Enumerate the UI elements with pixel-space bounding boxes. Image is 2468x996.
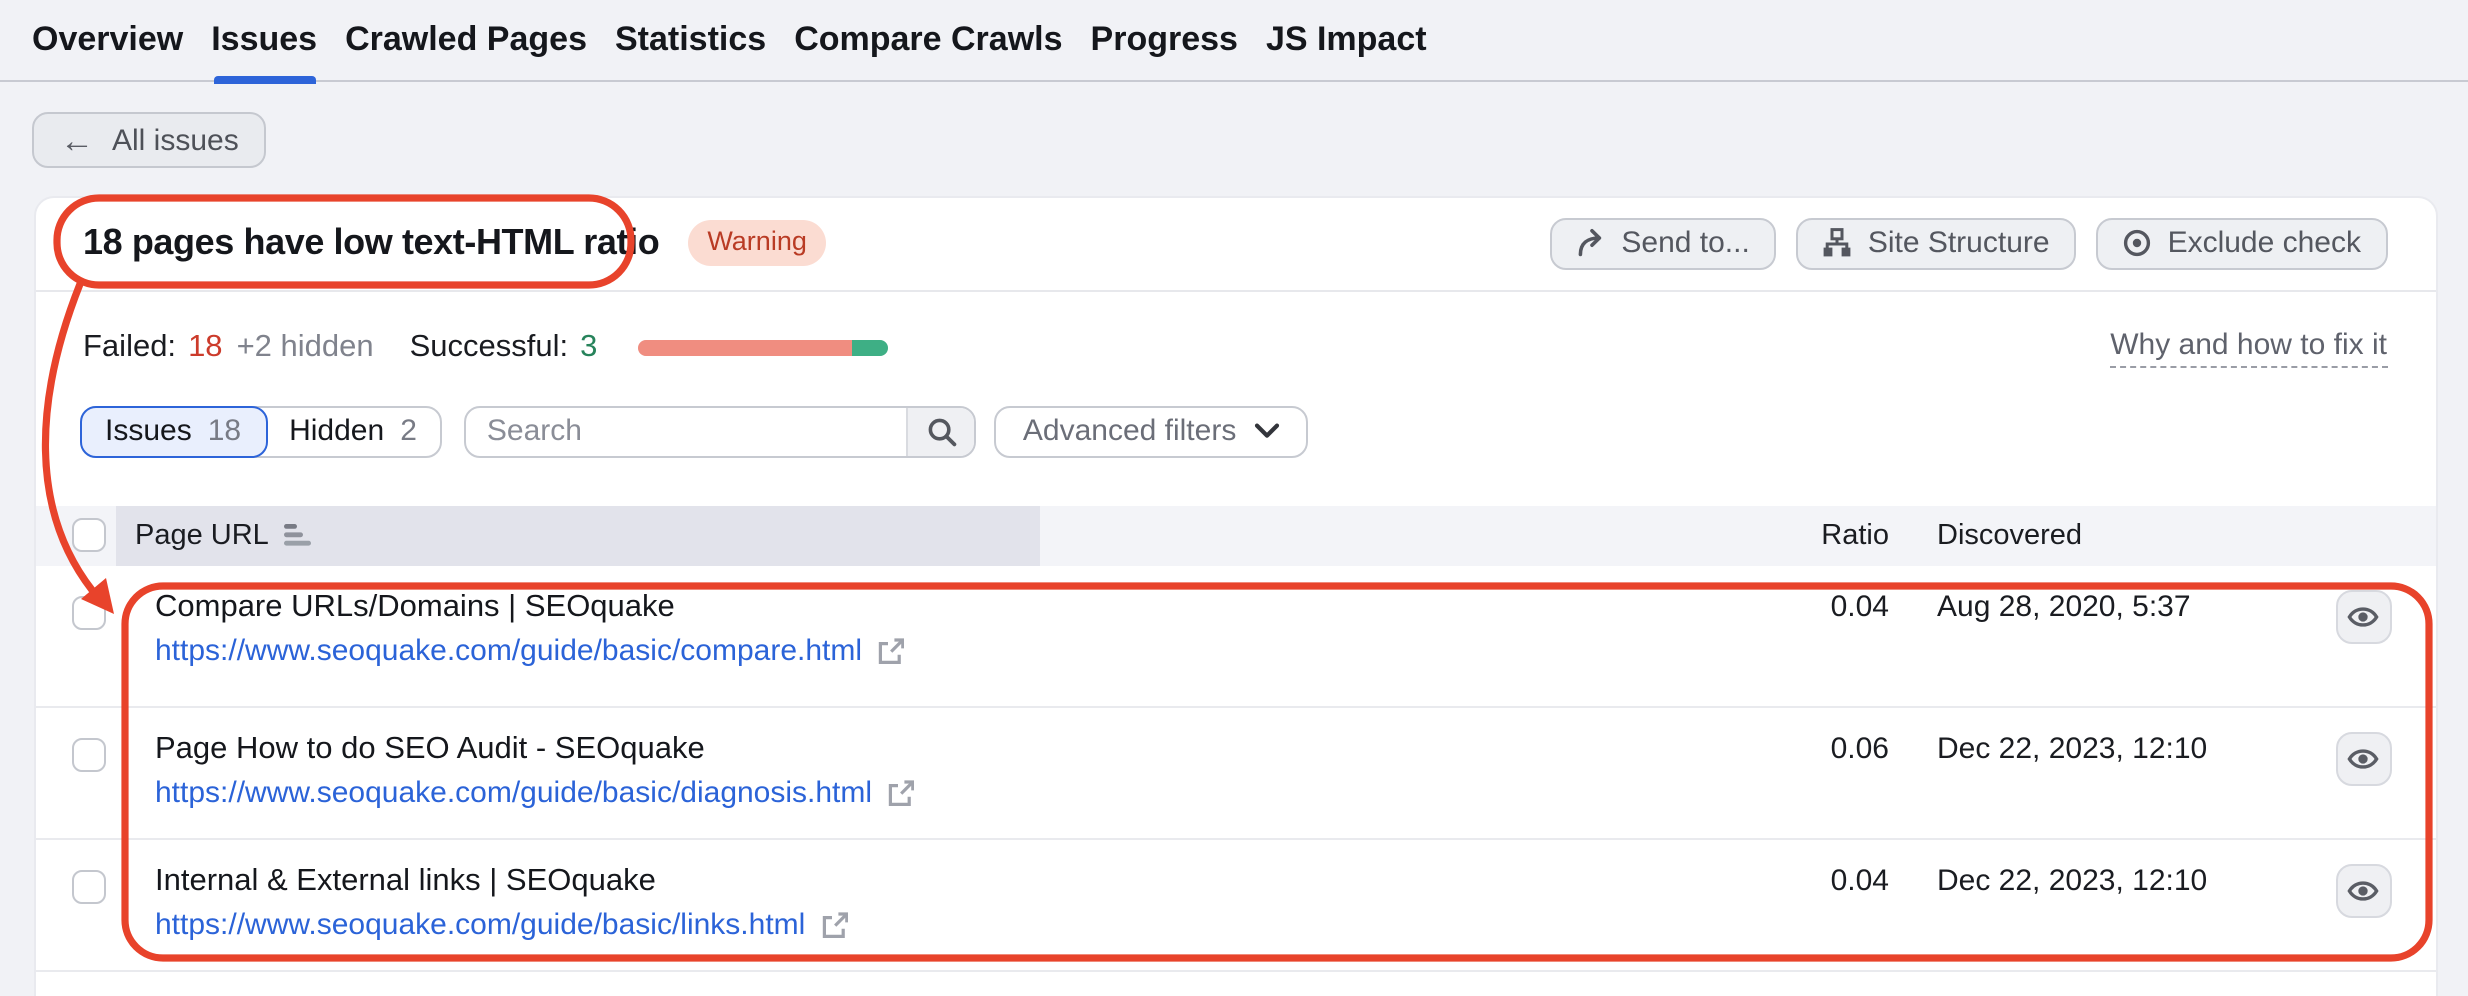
site-structure-label: Site Structure <box>1868 226 2050 260</box>
issue-title: 18 pages have low text-HTML ratio <box>83 222 659 264</box>
issue-card: 18 pages have low text-HTML ratio Warnin… <box>33 195 2437 996</box>
successful-bar-segment <box>852 340 888 356</box>
search-input[interactable] <box>467 407 907 455</box>
page-title: Page How to do SEO Audit - SEOquake <box>155 728 1775 772</box>
issues-hidden-toggle: Issues 18 Hidden 2 <box>79 405 443 457</box>
ratio-header-label: Ratio <box>1821 519 1889 551</box>
successful-label: Successful: <box>410 330 569 366</box>
hide-row-button[interactable] <box>2335 732 2391 786</box>
table-row-partial <box>35 972 2435 996</box>
nav-tab-compare-crawls[interactable]: Compare Crawls <box>794 0 1062 80</box>
send-to-button[interactable]: Send to... <box>1549 217 1775 269</box>
back-arrow-icon: ← <box>60 123 94 157</box>
table-header: Page URL Ratio Discovered <box>35 505 2435 565</box>
search-icon <box>926 415 958 447</box>
back-button-label: All issues <box>112 123 239 157</box>
eye-icon <box>2346 742 2380 776</box>
nav-tab-progress[interactable]: Progress <box>1091 0 1238 80</box>
advanced-filters-button[interactable]: Advanced filters <box>995 405 1308 457</box>
send-icon <box>1575 228 1605 258</box>
failed-successful-bar <box>637 340 887 356</box>
nav-tabs: Overview Issues Crawled Pages Statistics Com… <box>0 0 2468 80</box>
nav-tab-crawled-pages[interactable]: Crawled Pages <box>345 0 587 80</box>
site-structure-icon <box>1822 228 1852 258</box>
nav-tab-js-impact[interactable]: JS Impact <box>1266 0 1427 80</box>
eye-icon <box>2346 599 2380 633</box>
hide-row-button[interactable] <box>2335 589 2391 643</box>
send-to-label: Send to... <box>1621 226 1749 260</box>
search-group <box>465 405 977 457</box>
page-url-header-label: Page URL <box>135 519 269 551</box>
table-row: Compare URLs/Domains | SEOquake https://… <box>35 565 2435 708</box>
table-body: Compare URLs/Domains | SEOquake https://… <box>35 565 2435 972</box>
issue-card-header: 18 pages have low text-HTML ratio Warnin… <box>35 197 2435 291</box>
tab-hidden[interactable]: Hidden 2 <box>265 407 441 455</box>
row-checkbox[interactable] <box>71 595 105 629</box>
hidden-note: +2 hidden <box>237 330 374 366</box>
sort-icon <box>285 522 313 548</box>
page-cell: Internal & External links | SEOquake htt… <box>155 860 1775 948</box>
discovered-value: Aug 28, 2020, 5:37 <box>1937 589 2191 623</box>
filter-toolbar: Issues 18 Hidden 2 Advanced filt <box>79 405 2387 457</box>
page-url-text[interactable]: https://www.seoquake.com/guide/basic/lin… <box>155 904 805 948</box>
warning-badge: Warning <box>687 221 827 265</box>
external-link-icon <box>886 780 914 808</box>
external-link-icon <box>819 912 847 940</box>
row-checkbox[interactable] <box>71 870 105 904</box>
failed-count: 18 <box>188 330 223 366</box>
page-cell: Compare URLs/Domains | SEOquake https://… <box>155 585 1775 673</box>
external-link-icon <box>876 637 904 665</box>
page-root: Overview Issues Crawled Pages Statistics Com… <box>0 0 2468 996</box>
ratio-value: 0.04 <box>1675 864 1889 898</box>
why-how-to-fix-link[interactable]: Why and how to fix it <box>2110 328 2387 368</box>
nav-tab-issues[interactable]: Issues <box>211 0 317 80</box>
top-nav: Overview Issues Crawled Pages Statistics Com… <box>0 0 2468 82</box>
tab-issues-count: 18 <box>208 414 241 448</box>
chevron-down-icon <box>1254 422 1280 440</box>
column-header-discovered[interactable]: Discovered <box>1937 505 2082 565</box>
all-issues-back-button[interactable]: ← All issues <box>32 112 267 168</box>
row-checkbox[interactable] <box>71 738 105 772</box>
issue-actions: Send to... Site Structure <box>1549 217 2387 269</box>
exclude-check-label: Exclude check <box>2168 226 2361 260</box>
failed-bar-segment <box>637 340 851 356</box>
failed-label: Failed: <box>83 330 176 366</box>
exclude-check-button[interactable]: Exclude check <box>2096 217 2387 269</box>
tab-hidden-label: Hidden <box>289 414 384 448</box>
site-structure-button[interactable]: Site Structure <box>1796 217 2076 269</box>
hide-row-button[interactable] <box>2335 864 2391 918</box>
page-url-link[interactable]: https://www.seoquake.com/guide/basic/com… <box>155 629 1775 673</box>
column-header-ratio[interactable]: Ratio <box>1675 505 1889 565</box>
nav-tab-statistics[interactable]: Statistics <box>615 0 766 80</box>
successful-count: 3 <box>580 330 597 366</box>
page-url-link[interactable]: https://www.seoquake.com/guide/basic/lin… <box>155 904 1775 948</box>
discovered-value: Dec 22, 2023, 12:10 <box>1937 732 2207 766</box>
nav-tab-overview[interactable]: Overview <box>32 0 183 80</box>
page-url-text[interactable]: https://www.seoquake.com/guide/basic/com… <box>155 629 862 673</box>
eye-icon <box>2346 874 2380 908</box>
exclude-icon <box>2122 228 2152 258</box>
tab-issues-label: Issues <box>105 414 192 448</box>
search-button[interactable] <box>907 407 975 455</box>
page-url-link[interactable]: https://www.seoquake.com/guide/basic/dia… <box>155 772 1775 816</box>
ratio-value: 0.06 <box>1675 732 1889 766</box>
advanced-filters-label: Advanced filters <box>1023 414 1236 448</box>
page-title: Compare URLs/Domains | SEOquake <box>155 585 1775 629</box>
select-all-checkbox[interactable] <box>71 517 105 551</box>
column-header-page-url[interactable]: Page URL <box>115 505 1039 565</box>
tab-hidden-count: 2 <box>400 414 417 448</box>
issue-stats: Failed: 18 +2 hidden Successful: 3 Why a… <box>35 291 2435 405</box>
page-url-text[interactable]: https://www.seoquake.com/guide/basic/dia… <box>155 772 872 816</box>
ratio-value: 0.04 <box>1675 589 1889 623</box>
table-row: Page How to do SEO Audit - SEOquake http… <box>35 708 2435 840</box>
discovered-header-label: Discovered <box>1937 519 2082 551</box>
page-title: Internal & External links | SEOquake <box>155 860 1775 904</box>
tab-issues[interactable]: Issues 18 <box>79 405 267 457</box>
table-row: Internal & External links | SEOquake htt… <box>35 840 2435 972</box>
discovered-value: Dec 22, 2023, 12:10 <box>1937 864 2207 898</box>
page-cell: Page How to do SEO Audit - SEOquake http… <box>155 728 1775 816</box>
